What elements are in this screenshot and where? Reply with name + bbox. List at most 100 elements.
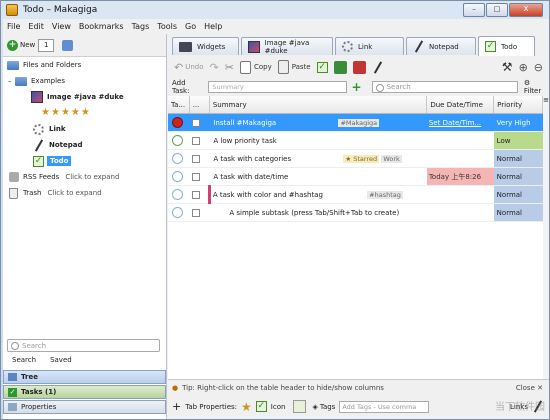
menu-bookmarks[interactable]: Bookmarks bbox=[75, 22, 128, 31]
table-row[interactable]: A low priority task Low bbox=[168, 131, 543, 150]
table-row[interactable]: A task with color and #hashtag #hashtag … bbox=[168, 185, 543, 204]
done-checkbox[interactable] bbox=[192, 136, 201, 145]
column-menu-icon[interactable]: ≡ bbox=[543, 96, 549, 106]
accordion-label: Tree bbox=[21, 373, 38, 381]
feed-icon[interactable] bbox=[62, 39, 74, 51]
complete-icon[interactable] bbox=[172, 117, 183, 128]
done-checkbox[interactable] bbox=[192, 208, 201, 217]
column-header-summary[interactable]: Summary bbox=[209, 96, 428, 114]
tab-saved[interactable]: Saved bbox=[50, 356, 72, 364]
edit-button[interactable] bbox=[372, 60, 383, 74]
due-cell[interactable] bbox=[426, 185, 494, 204]
accordion-properties[interactable]: Properties bbox=[3, 400, 166, 414]
table-row[interactable]: Install #Makagiga #Makagiga Set Date/Tim… bbox=[168, 113, 543, 132]
progress-icon[interactable] bbox=[172, 207, 183, 218]
filter-button[interactable]: ⚙ Filter bbox=[524, 79, 549, 95]
table-row[interactable]: A task with date/time Today 上午8:26 Norma… bbox=[168, 167, 543, 186]
due-cell[interactable] bbox=[426, 131, 494, 150]
cut-button[interactable]: ✂ bbox=[225, 60, 234, 74]
due-cell[interactable]: Set Date/Tim... bbox=[426, 113, 494, 132]
tree-item-trash[interactable]: Trash Click to expand bbox=[3, 185, 166, 201]
tags-input[interactable]: Add Tags - Use comma bbox=[339, 400, 430, 413]
copy-button[interactable]: Copy bbox=[239, 60, 272, 74]
tree-item-notepad[interactable]: Notepad bbox=[3, 137, 166, 153]
priority-cell[interactable]: Normal bbox=[493, 167, 543, 186]
plus-icon[interactable]: + bbox=[172, 400, 181, 413]
table-row[interactable]: A simple subtask (press Tab/Shift+Tab to… bbox=[168, 203, 543, 222]
done-checkbox[interactable] bbox=[192, 118, 201, 127]
add-task-button[interactable]: + bbox=[352, 80, 362, 94]
new-button[interactable]: + New bbox=[7, 37, 35, 53]
column-header-priority[interactable]: Priority bbox=[493, 96, 543, 114]
add-task-input[interactable]: Summary bbox=[208, 81, 347, 93]
collapse-icon[interactable]: – bbox=[8, 77, 15, 85]
tab-link[interactable]: Link bbox=[335, 37, 404, 55]
column-header-done[interactable]: ... bbox=[189, 96, 210, 114]
paste-button[interactable]: Paste bbox=[277, 60, 311, 74]
done-checkbox[interactable] bbox=[192, 190, 201, 199]
move-right-button[interactable] bbox=[333, 60, 347, 74]
progress-icon[interactable] bbox=[172, 135, 183, 146]
star-icon[interactable]: ★ bbox=[241, 401, 252, 413]
priority-cell[interactable]: Normal bbox=[493, 185, 543, 204]
table-scrollbar[interactable]: ≡ bbox=[543, 96, 549, 379]
close-button[interactable]: X bbox=[509, 3, 543, 17]
column-header-task[interactable]: Ta... bbox=[168, 96, 190, 114]
color-swatch[interactable] bbox=[293, 400, 307, 413]
undo-button[interactable]: ↶ Undo bbox=[174, 60, 204, 74]
tab-notepad[interactable]: Notepad bbox=[406, 37, 476, 55]
redo-button[interactable]: ↷ bbox=[210, 60, 219, 74]
menu-tags[interactable]: Tags bbox=[128, 22, 154, 31]
menu-go[interactable]: Go bbox=[181, 22, 200, 31]
tab-search[interactable]: Search bbox=[12, 356, 36, 364]
progress-icon[interactable] bbox=[172, 189, 183, 200]
column-header-due[interactable]: Due Date/Time bbox=[426, 96, 495, 114]
tools-button[interactable]: ⚒ bbox=[502, 60, 513, 74]
tree-item-todo[interactable]: ✓ Todo bbox=[3, 153, 166, 169]
mark-done-button[interactable]: ✓ bbox=[316, 60, 328, 74]
progress-icon[interactable] bbox=[172, 171, 183, 182]
accordion-tasks[interactable]: ✓ Tasks (1) bbox=[3, 385, 166, 399]
done-checkbox[interactable] bbox=[192, 154, 201, 163]
menu-help[interactable]: Help bbox=[200, 22, 226, 31]
close-tip-button[interactable]: Close ✕ bbox=[516, 384, 543, 392]
table-row[interactable]: A task with categories ★ Starred Work No… bbox=[168, 149, 543, 168]
progress-icon[interactable] bbox=[172, 153, 183, 164]
zoom-out-button[interactable]: ⊖ bbox=[534, 60, 543, 74]
task-search-input[interactable]: Search bbox=[371, 81, 518, 93]
priority-cell[interactable]: Normal bbox=[493, 149, 543, 168]
tree-item-link[interactable]: Link bbox=[3, 121, 166, 137]
menu-edit[interactable]: Edit bbox=[24, 22, 48, 31]
menu-file[interactable]: File bbox=[3, 22, 24, 31]
table-header: Ta... ... Summary Due Date/Time Priority bbox=[168, 96, 543, 114]
due-cell[interactable] bbox=[426, 203, 494, 222]
zoom-in-button[interactable]: ⊕ bbox=[519, 60, 528, 74]
tree-item-image[interactable]: Image #java #duke bbox=[3, 89, 166, 105]
due-cell[interactable] bbox=[426, 149, 494, 168]
tree-item-label: Notepad bbox=[49, 141, 83, 149]
tree-item-files-and-folders[interactable]: Files and Folders bbox=[3, 57, 166, 73]
done-checkbox[interactable] bbox=[192, 172, 201, 181]
new-count-stepper[interactable]: 1 bbox=[38, 38, 55, 52]
tree-search-input[interactable]: Search bbox=[7, 339, 160, 352]
due-cell[interactable]: Today 上午8:26 bbox=[426, 167, 494, 186]
priority-cell[interactable]: Very High bbox=[493, 113, 543, 132]
tree-item-examples[interactable]: – Examples bbox=[3, 73, 166, 89]
filter-row: Add Task: Summary + Search ⚙ Filter bbox=[168, 78, 549, 97]
task-summary: A task with categories bbox=[213, 154, 292, 163]
priority-cell[interactable]: Normal bbox=[493, 203, 543, 222]
accordion-tree[interactable]: Tree bbox=[3, 370, 166, 384]
app-icon bbox=[6, 4, 18, 16]
tree-item-rss-feeds[interactable]: RSS Feeds Click to expand bbox=[3, 169, 166, 185]
priority-cell[interactable]: Low bbox=[493, 131, 543, 150]
menu-view[interactable]: View bbox=[48, 22, 75, 31]
minimize-button[interactable]: – bbox=[463, 3, 485, 17]
tab-image[interactable]: Image #java #duke bbox=[241, 37, 333, 55]
menu-tools[interactable]: Tools bbox=[153, 22, 181, 31]
tab-widgets[interactable]: Widgets bbox=[172, 37, 239, 55]
tag-badge: #hashtag bbox=[367, 190, 403, 199]
checkmark-icon[interactable]: ✓ bbox=[255, 401, 267, 412]
maximize-button[interactable]: □ bbox=[486, 3, 508, 17]
tab-todo[interactable]: ✓ Todo bbox=[478, 36, 535, 56]
move-left-button[interactable] bbox=[352, 60, 366, 74]
